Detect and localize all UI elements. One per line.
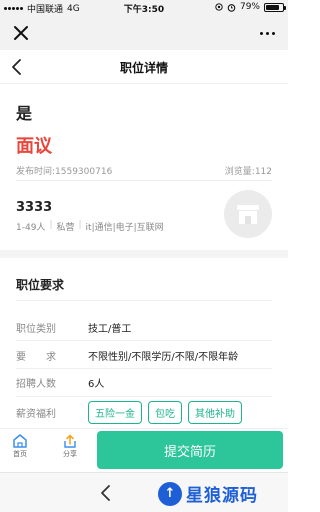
requirement-value: 技工/普工 [88, 323, 132, 335]
share-label: 分享 [63, 450, 77, 458]
requirement-row-requirements: 要 求 不限性别/不限学历/不限/不限年龄 [16, 343, 272, 367]
row-divider [16, 300, 272, 301]
battery-fill [266, 4, 279, 10]
divider [16, 180, 272, 181]
more-icon[interactable] [256, 22, 278, 44]
publish-time: 发布时间:1559300716 [16, 167, 113, 177]
location-icon [215, 3, 223, 11]
nav-bar: 职位详情 [0, 50, 288, 84]
section-gap [0, 250, 288, 258]
browser-bottom-bar: ↑ 星狼源码 [0, 472, 288, 512]
benefit-tag: 包吃 [148, 400, 182, 424]
requirements-title: 职位要求 [16, 278, 65, 292]
watermark-logo: ↑ [158, 481, 182, 506]
tag-separator: | [78, 220, 82, 230]
store-icon [237, 205, 259, 224]
benefit-tags: 五险一金 包吃 其他补助 [88, 400, 242, 424]
company-logo [224, 190, 272, 238]
status-right: 79% [215, 2, 286, 12]
benefit-tag: 其他补助 [188, 400, 242, 424]
watermark: ↑ 星狼源码 [158, 481, 258, 506]
home-icon [13, 434, 27, 448]
view-count: 浏览量:112 [224, 167, 272, 177]
job-title: 是 [16, 104, 33, 123]
battery-icon [264, 2, 286, 12]
requirement-label: 薪资福利 [16, 408, 56, 420]
home-button[interactable]: 首页 [6, 434, 34, 459]
watermark-text: 星狼源码 [186, 486, 258, 506]
battery-percent: 79% [239, 2, 260, 12]
page-title: 职位详情 [119, 61, 168, 75]
bottom-action-bar: 首页 分享 提交简历 [0, 428, 288, 472]
status-bar: 中国联通 4G 下午3:50 79% [0, 0, 288, 16]
job-header: 是 面议 发布时间:1559300716 浏览量:112 [16, 100, 272, 177]
requirement-label: 招聘人数 [16, 378, 56, 390]
row-divider [16, 368, 272, 369]
company-card[interactable]: 3333 1-49人 | 私营 | it|通信|电子|互联网 [16, 188, 272, 244]
requirement-row-benefits: 薪资福利 五险一金 包吃 其他补助 [16, 400, 272, 424]
share-icon [64, 434, 76, 448]
job-meta: 发布时间:1559300716 浏览量:112 [16, 164, 272, 177]
browser-back-icon[interactable] [98, 484, 114, 502]
benefit-tag: 五险一金 [88, 400, 142, 424]
requirement-label: 职位类别 [16, 323, 56, 335]
alarm-icon [227, 3, 236, 12]
submit-resume-button[interactable]: 提交简历 [97, 431, 283, 469]
tag-separator: | [49, 220, 53, 230]
requirement-row-category: 职位类别 技工/普工 [16, 315, 272, 339]
company-name: 3333 [16, 200, 53, 215]
row-divider [16, 340, 272, 341]
close-icon[interactable] [10, 22, 32, 44]
company-size: 1-49人 [16, 223, 46, 233]
requirement-row-headcount: 招聘人数 6人 [16, 370, 272, 394]
company-industry: it|通信|电子|互联网 [85, 223, 164, 233]
job-salary: 面议 [16, 136, 52, 157]
row-divider [16, 396, 272, 397]
requirement-label: 要 求 [16, 351, 56, 363]
home-label: 首页 [13, 450, 27, 458]
requirement-value: 6人 [88, 378, 105, 390]
company-nature: 私营 [56, 223, 75, 233]
requirement-value: 不限性别/不限学历/不限/不限年龄 [88, 351, 239, 363]
container-bar [0, 16, 288, 50]
company-tags: 1-49人 | 私营 | it|通信|电子|互联网 [16, 220, 164, 233]
share-button[interactable]: 分享 [56, 434, 84, 459]
